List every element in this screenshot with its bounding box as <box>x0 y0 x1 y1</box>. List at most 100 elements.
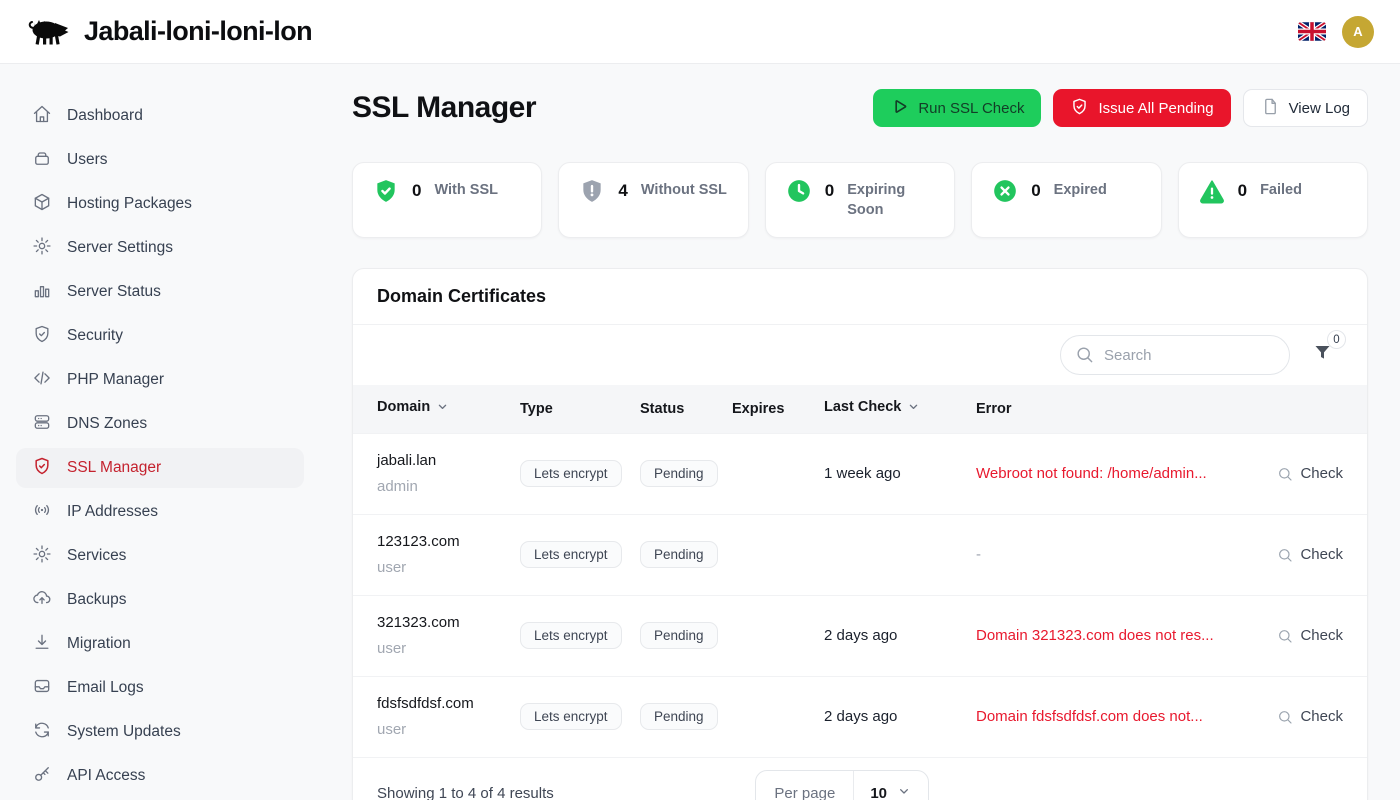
package-icon <box>32 192 52 217</box>
sidebar-item-services[interactable]: Services <box>16 536 304 576</box>
stat-card-with-ssl: 0 With SSL <box>352 162 542 238</box>
sidebar-item-label: Backups <box>67 591 126 609</box>
sidebar-item-ssl-manager[interactable]: SSL Manager <box>16 448 304 488</box>
sidebar-item-ip-addresses[interactable]: IP Addresses <box>16 492 304 532</box>
shield-check-icon <box>373 178 399 209</box>
last-check-cell <box>824 514 976 595</box>
sidebar-item-label: Email Logs <box>67 679 144 697</box>
check-button[interactable]: Check <box>1269 465 1367 482</box>
sidebar: Dashboard Users Hosting Packages Server … <box>0 64 320 800</box>
search-input[interactable] <box>1060 335 1290 375</box>
type-badge: Lets encrypt <box>520 460 622 487</box>
sidebar-item-backups[interactable]: Backups <box>16 580 304 620</box>
column-header-domain[interactable]: Domain <box>353 385 520 433</box>
stat-label: Failed <box>1260 180 1302 200</box>
issue-all-pending-button[interactable]: Issue All Pending <box>1053 89 1230 127</box>
type-badge: Lets encrypt <box>520 622 622 649</box>
alert-triangle-icon <box>1199 178 1225 209</box>
clock-icon <box>786 178 812 209</box>
cloud-upload-icon <box>32 588 52 613</box>
stat-value: 4 <box>618 181 627 201</box>
check-button[interactable]: Check <box>1269 708 1367 725</box>
status-badge: Pending <box>640 541 718 568</box>
domain-certificates-panel: Domain Certificates 0 <box>352 268 1368 800</box>
sidebar-item-label: PHP Manager <box>67 371 164 389</box>
domain-owner: user <box>377 559 520 576</box>
last-check-cell: 2 days ago <box>824 676 976 757</box>
sidebar-item-dashboard[interactable]: Dashboard <box>16 96 304 136</box>
user-avatar[interactable]: A <box>1342 16 1374 48</box>
sidebar-item-api-access[interactable]: API Access <box>16 756 304 796</box>
domain-name: 123123.com <box>377 533 520 550</box>
sidebar-item-security[interactable]: Security <box>16 316 304 356</box>
per-page-value: 10 <box>870 785 887 800</box>
column-header-last-check[interactable]: Last Check <box>824 385 976 433</box>
stat-label: Expired <box>1054 180 1107 200</box>
shield-alert-icon <box>579 178 605 209</box>
stat-card-failed: 0 Failed <box>1178 162 1368 238</box>
error-text: Domain fdsfsdfdsf.com does not... <box>976 708 1269 725</box>
sidebar-item-users[interactable]: Users <box>16 140 304 180</box>
server-stack-icon <box>32 412 52 437</box>
shield-icon <box>32 324 52 349</box>
type-badge: Lets encrypt <box>520 541 622 568</box>
sidebar-item-dns-zones[interactable]: DNS Zones <box>16 404 304 444</box>
check-button[interactable]: Check <box>1269 627 1367 644</box>
sidebar-item-label: API Access <box>67 767 145 785</box>
sidebar-item-label: Security <box>67 327 123 345</box>
sidebar-item-hosting-packages[interactable]: Hosting Packages <box>16 184 304 224</box>
check-button[interactable]: Check <box>1269 546 1367 563</box>
boar-logo-icon <box>26 14 72 50</box>
file-icon <box>1261 97 1280 120</box>
app-title: Jabali-loni-loni-lon <box>84 16 312 47</box>
expires-cell <box>732 676 824 757</box>
sidebar-item-label: SSL Manager <box>67 459 161 477</box>
per-page-select[interactable]: Per page 10 <box>755 770 929 800</box>
sidebar-item-label: Dashboard <box>67 107 143 125</box>
results-summary: Showing 1 to 4 of 4 results <box>377 785 554 800</box>
type-badge: Lets encrypt <box>520 703 622 730</box>
status-badge: Pending <box>640 622 718 649</box>
column-header-type[interactable]: Type <box>520 385 640 433</box>
domain-owner: user <box>377 640 520 657</box>
column-header-expires[interactable]: Expires <box>732 385 824 433</box>
view-log-button[interactable]: View Log <box>1243 89 1368 127</box>
table-row: 321323.comuser Lets encrypt Pending 2 da… <box>353 595 1367 676</box>
stat-card-expiring-soon: 0 Expiring Soon <box>765 162 955 238</box>
sidebar-item-system-updates[interactable]: System Updates <box>16 712 304 752</box>
stat-value: 0 <box>1031 181 1040 201</box>
stat-value: 0 <box>412 181 421 201</box>
filter-button[interactable]: 0 <box>1312 342 1333 368</box>
chevron-down-icon <box>435 402 450 418</box>
column-header-status[interactable]: Status <box>640 385 732 433</box>
sidebar-item-php-manager[interactable]: PHP Manager <box>16 360 304 400</box>
key-icon <box>32 764 52 789</box>
domain-owner: user <box>377 721 520 738</box>
sidebar-item-server-settings[interactable]: Server Settings <box>16 228 304 268</box>
sidebar-item-server-status[interactable]: Server Status <box>16 272 304 312</box>
sidebar-item-label: Server Status <box>67 283 161 301</box>
sidebar-item-migration[interactable]: Migration <box>16 624 304 664</box>
sidebar-item-label: System Updates <box>67 723 181 741</box>
language-flag-uk-icon[interactable] <box>1298 22 1326 41</box>
error-text: Webroot not found: /home/admin... <box>976 465 1269 482</box>
certificates-table: Domain Type Status Expires Last Check Er… <box>353 385 1367 757</box>
home-icon <box>32 104 52 129</box>
top-bar: Jabali-loni-loni-lon A <box>0 0 1400 64</box>
table-footer: Showing 1 to 4 of 4 results Per page 10 <box>353 757 1367 800</box>
run-ssl-check-button[interactable]: Run SSL Check <box>873 89 1041 127</box>
main-content: SSL Manager Run SSL Check Issue All Pend… <box>320 64 1400 800</box>
per-page-label: Per page <box>756 771 854 800</box>
filter-count-badge: 0 <box>1327 330 1346 349</box>
page-title: SSL Manager <box>352 91 536 125</box>
sidebar-item-label: Server Settings <box>67 239 173 257</box>
broadcast-icon <box>32 500 52 525</box>
column-header-error[interactable]: Error <box>976 385 1269 433</box>
sidebar-item-email-logs[interactable]: Email Logs <box>16 668 304 708</box>
inbox-icon <box>32 676 52 701</box>
expires-cell <box>732 514 824 595</box>
refresh-icon <box>32 720 52 745</box>
download-icon <box>32 632 52 657</box>
status-badge: Pending <box>640 703 718 730</box>
panel-title: Domain Certificates <box>377 286 546 306</box>
